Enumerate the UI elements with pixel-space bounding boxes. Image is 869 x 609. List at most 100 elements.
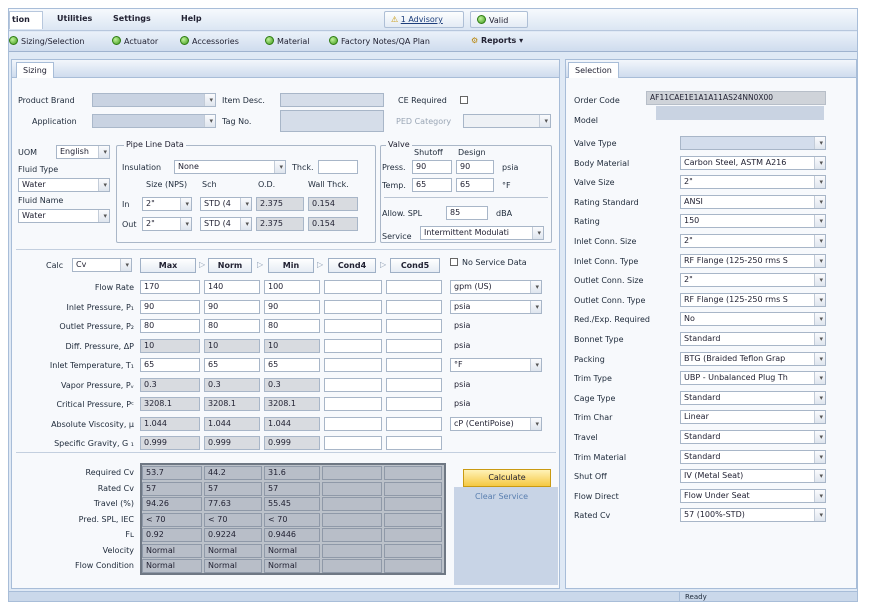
selection-select[interactable]: 2" ▾	[680, 175, 826, 190]
menu-item-help[interactable]: Help	[181, 14, 202, 23]
unit-select[interactable]: gpm (US) ▾	[450, 280, 542, 294]
uom-select[interactable]: English ▾	[56, 145, 110, 159]
selection-select[interactable]: Linear ▾	[680, 410, 826, 425]
process-value-cell[interactable]	[324, 436, 382, 450]
selection-select[interactable]: Carbon Steel, ASTM A216 ▾	[680, 155, 826, 170]
process-value-cell[interactable]	[324, 358, 382, 372]
process-value-cell[interactable]	[386, 319, 442, 333]
tag-no-input[interactable]	[280, 110, 384, 132]
temp-design-input[interactable]: 65	[456, 178, 494, 192]
insulation-select[interactable]: None ▾	[174, 160, 286, 174]
press-shutoff-input[interactable]: 90	[412, 160, 452, 174]
selection-select[interactable]: No ▾	[680, 312, 826, 327]
tab-sizing[interactable]: Sizing	[16, 62, 54, 78]
fluid-type-select[interactable]: Water ▾	[18, 178, 110, 192]
toolbar-actuator[interactable]: Actuator	[112, 36, 158, 46]
process-value-cell[interactable]	[386, 338, 442, 353]
temp-shutoff-input[interactable]: 65	[412, 178, 452, 192]
process-value-cell[interactable]	[324, 319, 382, 333]
unit-select[interactable]: cP (CentiPoise) ▾	[450, 416, 542, 431]
ce-required-checkbox[interactable]	[460, 96, 468, 104]
calc-select[interactable]: Cv ▾	[72, 258, 132, 272]
process-value-cell[interactable]	[386, 416, 442, 431]
process-value-cell[interactable]: 65	[264, 358, 320, 372]
process-value-cell[interactable]: 90	[140, 299, 200, 314]
thickness-input[interactable]	[318, 160, 358, 174]
ped-category-select[interactable]: ▾	[463, 114, 551, 128]
process-value-cell[interactable]	[386, 280, 442, 294]
advisory-button[interactable]: ⚠ 1 Advisory	[384, 11, 464, 28]
selection-select[interactable]: BTG (Braided Teflon Grap ▾	[680, 351, 826, 366]
process-value-cell[interactable]	[386, 436, 442, 450]
selection-select[interactable]: Standard ▾	[680, 332, 826, 346]
process-value-cell[interactable]	[386, 377, 442, 392]
selection-select[interactable]: Flow Under Seat ▾	[680, 488, 826, 503]
item-desc-input[interactable]	[280, 93, 384, 107]
process-value-cell[interactable]	[386, 358, 442, 372]
menu-item-utilities[interactable]: Utilities	[57, 14, 92, 23]
selection-select[interactable]: 2" ▾	[680, 234, 826, 248]
process-value-cell[interactable]: 90	[204, 299, 260, 314]
press-design-input[interactable]: 90	[456, 160, 494, 174]
selection-select[interactable]: IV (Metal Seat) ▾	[680, 469, 826, 484]
col-cond4-button[interactable]: Cond4	[328, 258, 376, 273]
process-value-cell[interactable]: 65	[204, 358, 260, 372]
selection-select[interactable]: Standard ▾	[680, 430, 826, 444]
process-value-cell[interactable]: 80	[140, 319, 200, 333]
valid-button[interactable]: Valid	[470, 11, 528, 28]
col-norm-button[interactable]: Norm	[208, 258, 252, 273]
selection-select[interactable]: 57 (100%-STD) ▾	[680, 508, 826, 523]
application-select[interactable]: ▾	[92, 114, 216, 128]
selection-select[interactable]: RF Flange (125-250 rms S ▾	[680, 292, 826, 307]
col-cond5-button[interactable]: Cond5	[390, 258, 440, 273]
no-service-data-checkbox[interactable]	[450, 258, 458, 266]
process-value-cell[interactable]	[386, 397, 442, 411]
process-value-cell[interactable]: 80	[264, 319, 320, 333]
toolbar-reports[interactable]: ⚙ Reports ▾	[471, 36, 523, 45]
process-value-cell: 3208.1	[204, 397, 260, 411]
process-value-cell[interactable]: 100	[264, 280, 320, 294]
menu-item-settings[interactable]: Settings	[113, 14, 151, 23]
pipe-in-sch-select[interactable]: STD (4 ▾	[200, 197, 252, 211]
selection-select[interactable]: ▾	[680, 136, 826, 150]
allow-spl-input[interactable]: 85	[446, 206, 488, 220]
process-value-cell[interactable]: 90	[264, 299, 320, 314]
calculate-button[interactable]: Calculate	[463, 469, 551, 487]
col-min-button[interactable]: Min	[268, 258, 314, 273]
tab-selection[interactable]: Selection	[568, 62, 619, 78]
process-value-cell[interactable]: 65	[140, 358, 200, 372]
process-value-cell[interactable]: 170	[140, 280, 200, 294]
toolbar-factory-notes[interactable]: Factory Notes/QA Plan	[329, 36, 430, 46]
process-value-cell[interactable]	[324, 416, 382, 431]
selection-select[interactable]: RF Flange (125-250 rms S ▾	[680, 253, 826, 268]
pipe-in-size-select[interactable]: 2" ▾	[142, 197, 192, 211]
process-value-cell[interactable]	[324, 299, 382, 314]
toolbar-material[interactable]: Material	[265, 36, 310, 46]
selection-select[interactable]: UBP - Unbalanced Plug Th ▾	[680, 371, 826, 386]
unit-select[interactable]: °F ▾	[450, 358, 542, 372]
service-select[interactable]: Intermittent Modulati ▾	[420, 226, 544, 240]
selection-select[interactable]: ANSI ▾	[680, 194, 826, 209]
product-brand-select[interactable]: ▾	[92, 93, 216, 107]
unit-select[interactable]: psia ▾	[450, 299, 542, 314]
toolbar-sizing-selection[interactable]: Sizing/Selection	[9, 36, 84, 46]
process-value-cell[interactable]	[324, 377, 382, 392]
process-value-cell[interactable]	[324, 338, 382, 353]
selection-select[interactable]: 2" ▾	[680, 273, 826, 288]
selection-select[interactable]: 150 ▾	[680, 214, 826, 229]
selection-select[interactable]: Standard ▾	[680, 390, 826, 405]
service-label: Service	[382, 232, 412, 241]
process-value-cell[interactable]: 140	[204, 280, 260, 294]
fluid-name-select[interactable]: Water ▾	[18, 209, 110, 223]
process-value-cell[interactable]	[324, 397, 382, 411]
pipe-out-sch-select[interactable]: STD (4 ▾	[200, 217, 252, 231]
col-max-button[interactable]: Max	[140, 258, 196, 273]
process-value-cell[interactable]	[386, 299, 442, 314]
selection-select[interactable]: Standard ▾	[680, 449, 826, 464]
process-value-cell[interactable]: 80	[204, 319, 260, 333]
toolbar-accessories[interactable]: Accessories	[180, 36, 239, 46]
clear-service-link[interactable]: Clear Service	[475, 492, 528, 501]
process-value-cell[interactable]	[324, 280, 382, 294]
pipe-out-size-select[interactable]: 2" ▾	[142, 217, 192, 231]
menu-item-0[interactable]: tion	[9, 11, 43, 29]
